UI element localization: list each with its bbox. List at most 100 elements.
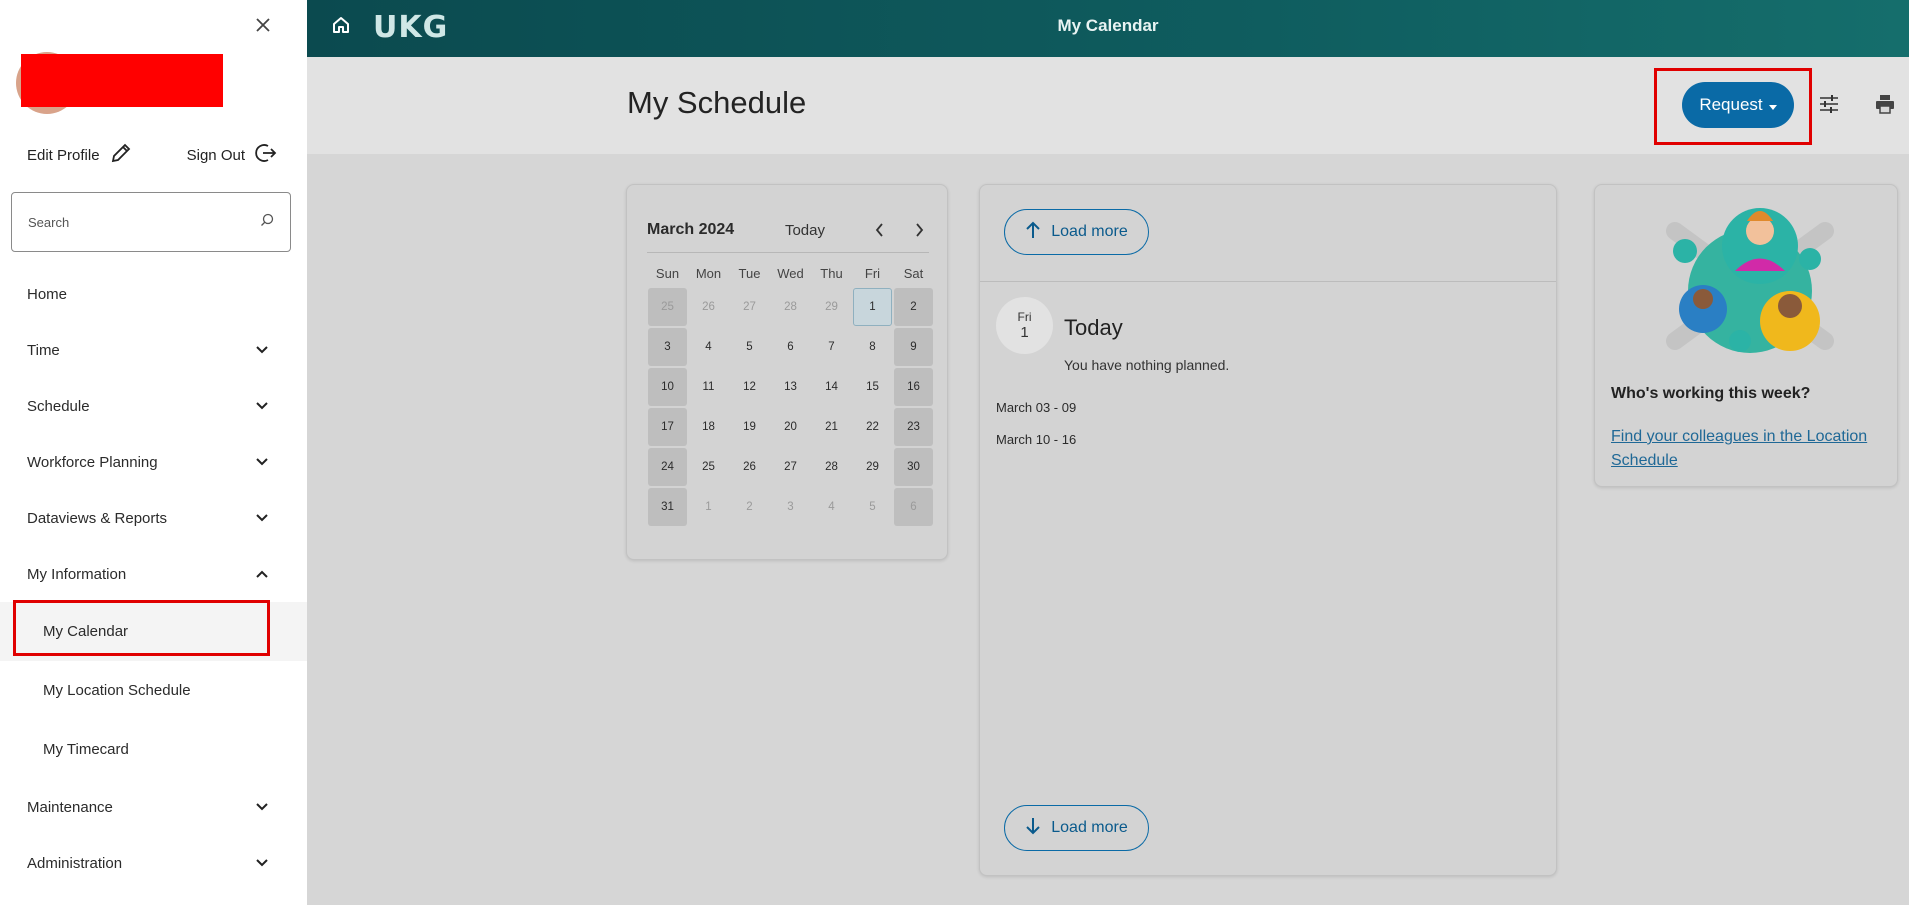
calendar-day[interactable]: 27 bbox=[771, 448, 810, 486]
calendar-day[interactable]: 5 bbox=[730, 328, 769, 366]
calendar-header: March 2024 Today bbox=[647, 217, 929, 243]
request-label: Request bbox=[1699, 95, 1763, 114]
calendar-day[interactable]: 19 bbox=[730, 408, 769, 446]
date-badge-dow: Fri bbox=[1017, 310, 1032, 324]
nav-item-my-calendar[interactable]: My Calendar bbox=[0, 602, 307, 661]
calendar-day[interactable]: 25 bbox=[648, 288, 687, 326]
nav-item-schedule[interactable]: Schedule bbox=[0, 378, 307, 434]
sign-out-button[interactable]: Sign Out bbox=[187, 142, 277, 168]
nav-item-label: Workforce Planning bbox=[27, 453, 158, 471]
edit-profile-button[interactable]: Edit Profile bbox=[27, 142, 132, 168]
calendar-day[interactable]: 14 bbox=[812, 368, 851, 406]
calendar-day[interactable]: 27 bbox=[730, 288, 769, 326]
calendar-day[interactable]: 8 bbox=[853, 328, 892, 366]
calendar-day[interactable]: 13 bbox=[771, 368, 810, 406]
weekday-label: Wed bbox=[777, 266, 804, 281]
chevron-down-icon bbox=[254, 855, 270, 871]
calendar-day[interactable]: 6 bbox=[894, 488, 933, 526]
navigation-sidebar: Edit Profile Sign Out Home Time Schedule bbox=[0, 0, 307, 905]
calendar-day[interactable]: 22 bbox=[853, 408, 892, 446]
calendar-day[interactable]: 26 bbox=[689, 288, 728, 326]
calendar-day[interactable]: 7 bbox=[812, 328, 851, 366]
weekday-label: Mon bbox=[695, 266, 722, 281]
page-header: My Schedule Request bbox=[307, 57, 1909, 154]
chevron-left-icon[interactable] bbox=[869, 220, 889, 240]
calendar-day[interactable]: 15 bbox=[853, 368, 892, 406]
today-button[interactable]: Today bbox=[785, 222, 825, 239]
calendar-day[interactable]: 28 bbox=[771, 288, 810, 326]
caret-down-icon bbox=[1768, 95, 1777, 115]
schedule-list: Load more Fri 1 Today You have nothing p… bbox=[979, 184, 1557, 876]
app-title: My Calendar bbox=[1057, 16, 1159, 35]
weekday-label: Tue bbox=[738, 266, 761, 281]
arrow-up-icon bbox=[1025, 221, 1041, 244]
nav-item-my-timecard[interactable]: My Timecard bbox=[0, 720, 307, 779]
calendar-day[interactable]: 21 bbox=[812, 408, 851, 446]
main-nav: Home Time Schedule Workforce Planning Da… bbox=[0, 266, 307, 891]
nav-item-my-information[interactable]: My Information bbox=[0, 546, 307, 602]
calendar-day[interactable]: 4 bbox=[812, 488, 851, 526]
calendar-day[interactable]: 1 bbox=[689, 488, 728, 526]
calendar-day[interactable]: 30 bbox=[894, 448, 933, 486]
nav-item-dataviews-reports[interactable]: Dataviews & Reports bbox=[0, 490, 307, 546]
top-bar: UKG My Calendar bbox=[307, 0, 1909, 57]
load-more-label: Load more bbox=[1051, 819, 1128, 836]
weekday-label: Sun bbox=[655, 266, 680, 281]
date-badge: Fri 1 bbox=[996, 297, 1053, 354]
calendar-day[interactable]: 12 bbox=[730, 368, 769, 406]
calendar-day[interactable]: 4 bbox=[689, 328, 728, 366]
calendar-day[interactable]: 3 bbox=[648, 328, 687, 366]
calendar-day[interactable]: 2 bbox=[730, 488, 769, 526]
chevron-down-icon bbox=[254, 398, 270, 414]
chevron-down-icon bbox=[254, 510, 270, 526]
calendar-day[interactable]: 11 bbox=[689, 368, 728, 406]
nav-item-home[interactable]: Home bbox=[0, 266, 307, 322]
nav-item-administration[interactable]: Administration bbox=[0, 835, 307, 891]
search-icon[interactable] bbox=[260, 213, 274, 232]
calendar-day[interactable]: 10 bbox=[648, 368, 687, 406]
load-more-bottom-button[interactable]: Load more bbox=[1004, 805, 1149, 851]
nav-item-maintenance[interactable]: Maintenance bbox=[0, 779, 307, 835]
nav-item-my-location-schedule[interactable]: My Location Schedule bbox=[0, 661, 307, 720]
nav-item-label: Schedule bbox=[27, 397, 90, 415]
calendar-day[interactable]: 26 bbox=[730, 448, 769, 486]
calendar-day[interactable]: 17 bbox=[648, 408, 687, 446]
filter-settings-icon[interactable] bbox=[1818, 93, 1842, 117]
divider bbox=[980, 281, 1556, 282]
search-input[interactable] bbox=[28, 214, 260, 230]
calendar-day[interactable]: 2 bbox=[894, 288, 933, 326]
calendar-day[interactable]: 24 bbox=[648, 448, 687, 486]
search-field[interactable] bbox=[11, 192, 291, 252]
divider bbox=[647, 252, 929, 253]
chevron-down-icon bbox=[254, 342, 270, 358]
calendar-day[interactable]: 29 bbox=[853, 448, 892, 486]
calendar-day[interactable]: 9 bbox=[894, 328, 933, 366]
chevron-right-icon[interactable] bbox=[909, 220, 929, 240]
calendar-day[interactable]: 5 bbox=[853, 488, 892, 526]
calendar-day-today[interactable]: 1 bbox=[853, 288, 892, 326]
calendar-day[interactable]: 29 bbox=[812, 288, 851, 326]
nav-item-time[interactable]: Time bbox=[0, 322, 307, 378]
location-schedule-link[interactable]: Find your colleagues in the Location Sch… bbox=[1611, 425, 1891, 473]
chevron-down-icon bbox=[254, 799, 270, 815]
close-icon[interactable] bbox=[253, 16, 273, 36]
print-icon[interactable] bbox=[1874, 93, 1898, 117]
nav-item-label: Dataviews & Reports bbox=[27, 509, 168, 527]
calendar-day[interactable]: 20 bbox=[771, 408, 810, 446]
calendar-day[interactable]: 25 bbox=[689, 448, 728, 486]
calendar-day[interactable]: 3 bbox=[771, 488, 810, 526]
colleagues-title: Who's working this week? bbox=[1611, 385, 1811, 402]
colleagues-card: Who's working this week? Find your colle… bbox=[1594, 184, 1898, 487]
today-heading: Today bbox=[1064, 315, 1123, 340]
calendar-day[interactable]: 16 bbox=[894, 368, 933, 406]
load-more-top-button[interactable]: Load more bbox=[1004, 209, 1149, 255]
calendar-day[interactable]: 6 bbox=[771, 328, 810, 366]
nav-item-workforce-planning[interactable]: Workforce Planning bbox=[0, 434, 307, 490]
calendar-day[interactable]: 18 bbox=[689, 408, 728, 446]
nav-item-label: Maintenance bbox=[27, 798, 113, 816]
calendar-day[interactable]: 28 bbox=[812, 448, 851, 486]
calendar-day[interactable]: 31 bbox=[648, 488, 687, 526]
calendar-day[interactable]: 23 bbox=[894, 408, 933, 446]
request-button[interactable]: Request bbox=[1682, 82, 1794, 128]
week-range-label: March 10 - 16 bbox=[996, 432, 1077, 447]
